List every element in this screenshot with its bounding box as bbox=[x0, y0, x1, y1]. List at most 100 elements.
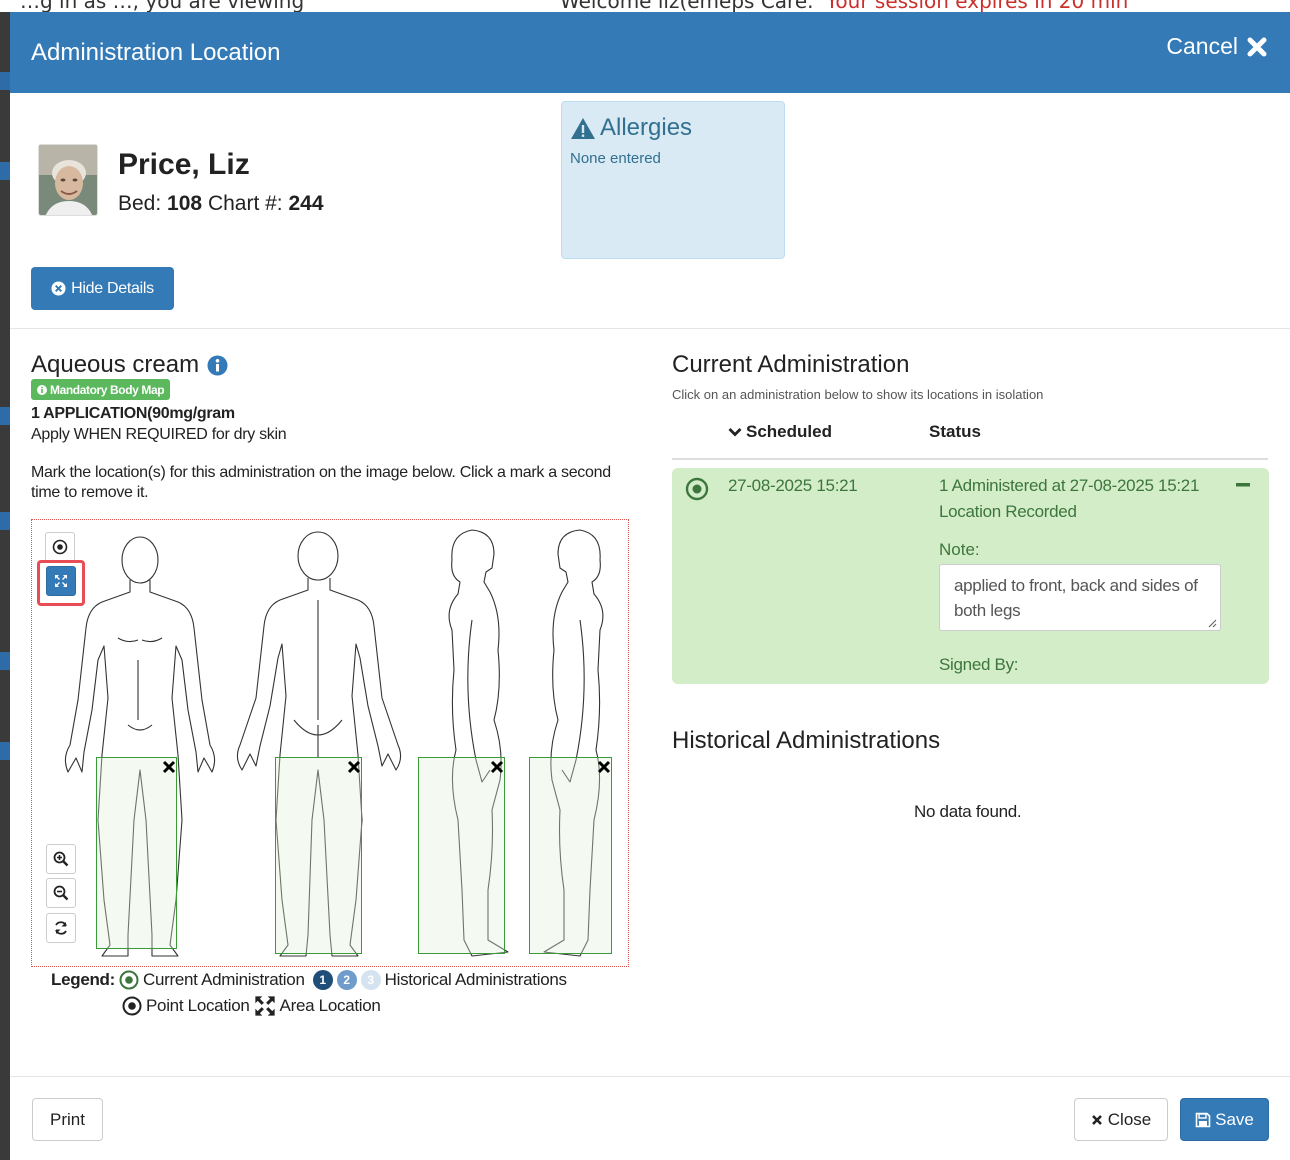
medication-name-text: Aqueous cream bbox=[31, 351, 200, 378]
administration-location-modal: Administration Location Cancel Price, Li… bbox=[10, 12, 1290, 1160]
info-circle-icon bbox=[37, 384, 47, 395]
allergies-title: Allergies bbox=[570, 114, 692, 142]
collapse-row-button[interactable] bbox=[1236, 471, 1250, 502]
remove-area-icon[interactable] bbox=[162, 760, 176, 774]
legend-row-location-types: Point Location Area Location bbox=[122, 995, 381, 1017]
note-textarea[interactable]: applied to front, back and sides of both… bbox=[939, 564, 1221, 631]
print-label: Print bbox=[50, 1109, 85, 1129]
background-login-text: …g in as …, you are viewing bbox=[20, 0, 305, 12]
close-button[interactable]: Close bbox=[1074, 1098, 1168, 1141]
refresh-icon bbox=[55, 921, 67, 935]
bed-number: 108 bbox=[167, 192, 203, 215]
area-mark-back-legs[interactable] bbox=[275, 757, 362, 954]
zoom-in-button[interactable] bbox=[46, 844, 76, 874]
body-map-instructions: Mark the location(s) for this administra… bbox=[31, 464, 611, 501]
historical-number-3: 3 bbox=[360, 970, 381, 990]
minus-icon bbox=[1236, 483, 1250, 487]
remove-area-icon[interactable] bbox=[347, 760, 361, 774]
footer-divider bbox=[10, 1076, 1290, 1077]
zoom-out-button[interactable] bbox=[46, 878, 76, 908]
patient-name: Price, Liz bbox=[118, 148, 250, 181]
chart-number: 244 bbox=[288, 192, 324, 215]
close-icon bbox=[1091, 1114, 1102, 1125]
column-status[interactable]: Status bbox=[929, 422, 981, 442]
mandatory-body-map-badge: Mandatory Body Map bbox=[31, 379, 171, 400]
legend-current: Current Administration bbox=[143, 970, 305, 989]
save-label: Save bbox=[1215, 1109, 1254, 1129]
save-icon bbox=[1195, 1112, 1211, 1127]
legend-point: Point Location bbox=[146, 996, 250, 1015]
legend-historical: Historical Administrations bbox=[384, 970, 567, 989]
times-circle-icon bbox=[51, 281, 66, 296]
patient-photo bbox=[38, 144, 98, 216]
current-administration-title: Current Administration bbox=[672, 351, 910, 378]
allergies-panel: Allergies None entered bbox=[561, 101, 785, 259]
location-status: Location Recorded bbox=[939, 502, 1077, 521]
scheduled-datetime: 27-08-2025 15:21 bbox=[728, 476, 858, 495]
modal-header: Administration Location Cancel bbox=[10, 12, 1290, 93]
cancel-button[interactable]: Cancel bbox=[1166, 33, 1268, 60]
medication-name: Aqueous cream bbox=[31, 351, 228, 379]
legend-label: Legend: bbox=[51, 970, 116, 989]
bed-label: Bed: bbox=[118, 192, 162, 215]
background-page: …g in as …, you are viewing Welcome liz(… bbox=[0, 0, 1290, 12]
note-label: Note: bbox=[939, 540, 980, 559]
note-text: applied to front, back and sides of both… bbox=[954, 576, 1198, 620]
modal-title: Administration Location bbox=[31, 39, 281, 66]
mandatory-badge-text: Mandatory Body Map bbox=[50, 382, 165, 397]
point-location-icon bbox=[52, 539, 68, 555]
table-header-divider bbox=[672, 458, 1268, 460]
medication-dose: 1 APPLICATION(90mg/gram bbox=[31, 405, 235, 422]
historical-number-2: 2 bbox=[336, 970, 357, 990]
print-button[interactable]: Print bbox=[32, 1098, 103, 1141]
current-administration-icon bbox=[119, 970, 139, 990]
area-location-icon bbox=[254, 996, 275, 1016]
warning-icon bbox=[571, 117, 595, 139]
info-circle-icon[interactable] bbox=[207, 355, 228, 376]
administration-status: 1 Administered at 27-08-2025 15:21 bbox=[939, 476, 1200, 495]
session-expiry-text: Your session expires in 20 min bbox=[825, 0, 1129, 12]
times-icon bbox=[1247, 37, 1267, 56]
historical-number-1: 1 bbox=[312, 970, 333, 990]
area-mark-right-side-legs[interactable] bbox=[529, 757, 612, 954]
current-administration-row[interactable]: 27-08-2025 15:21 1 Administered at 27-08… bbox=[672, 468, 1269, 684]
area-location-tool[interactable] bbox=[46, 566, 76, 596]
chevron-down-icon bbox=[728, 428, 742, 437]
column-scheduled-label: Scheduled bbox=[746, 422, 832, 441]
current-administration-subtitle: Click on an administration below to show… bbox=[672, 387, 1044, 402]
signed-by-label: Signed By: bbox=[939, 655, 1019, 674]
background-sidebar bbox=[0, 12, 10, 1160]
welcome-text: Welcome liz(emeps Care. bbox=[560, 0, 814, 12]
save-button[interactable]: Save bbox=[1180, 1098, 1269, 1141]
remove-area-icon[interactable] bbox=[490, 760, 504, 774]
remove-area-icon[interactable] bbox=[597, 760, 611, 774]
resize-grip-icon[interactable] bbox=[1207, 618, 1217, 628]
allergies-title-text: Allergies bbox=[600, 114, 693, 141]
chart-label: Chart #: bbox=[207, 192, 283, 215]
zoom-in-icon bbox=[53, 851, 69, 867]
area-mark-left-side-legs[interactable] bbox=[418, 757, 505, 954]
allergies-value: None entered bbox=[570, 150, 661, 167]
cancel-label: Cancel bbox=[1166, 33, 1238, 59]
column-status-label: Status bbox=[929, 422, 981, 441]
section-divider bbox=[10, 328, 1290, 329]
area-mark-front-legs[interactable] bbox=[96, 757, 177, 949]
point-location-tool[interactable] bbox=[45, 532, 75, 562]
hide-details-label: Hide Details bbox=[71, 279, 154, 297]
column-scheduled[interactable]: Scheduled bbox=[728, 422, 832, 442]
hide-details-button[interactable]: Hide Details bbox=[31, 267, 174, 310]
current-administration-icon bbox=[685, 477, 709, 501]
historical-empty-message: No data found. bbox=[914, 802, 1022, 821]
legend-area: Area Location bbox=[279, 996, 381, 1015]
historical-administrations-title: Historical Administrations bbox=[672, 727, 941, 754]
body-map[interactable] bbox=[31, 519, 629, 967]
patient-bed-chart: Bed: 108 Chart #: 244 bbox=[118, 192, 324, 216]
reset-view-button[interactable] bbox=[46, 913, 76, 943]
background-welcome: Welcome liz(emeps Care. Your session exp… bbox=[560, 0, 1128, 12]
zoom-out-icon bbox=[53, 885, 69, 901]
close-label: Close bbox=[1107, 1109, 1152, 1129]
medication-directions: Apply WHEN REQUIRED for dry skin bbox=[31, 426, 287, 443]
legend-row-administrations: Legend: Current Administration 1 2 3 His… bbox=[51, 970, 567, 990]
point-location-icon bbox=[122, 996, 142, 1016]
area-location-icon bbox=[55, 575, 67, 587]
